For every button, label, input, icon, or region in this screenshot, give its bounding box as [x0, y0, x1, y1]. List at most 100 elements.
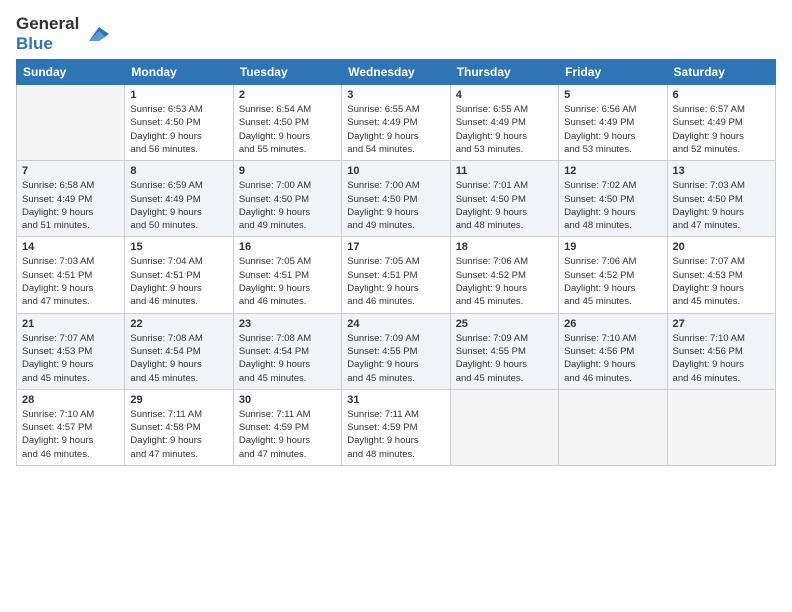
calendar-week-row: 1 Sunrise: 6:53 AM Sunset: 4:50 PM Daylig… — [17, 85, 776, 161]
day-info: Sunrise: 7:03 AM Sunset: 4:50 PM Dayligh… — [673, 179, 770, 232]
day-info: Sunrise: 6:59 AM Sunset: 4:49 PM Dayligh… — [130, 179, 227, 232]
day-info: Sunrise: 7:06 AM Sunset: 4:52 PM Dayligh… — [456, 255, 553, 308]
calendar-cell: 24 Sunrise: 7:09 AM Sunset: 4:55 PM Dayli… — [342, 313, 450, 389]
calendar-cell: 2 Sunrise: 6:54 AM Sunset: 4:50 PM Daylig… — [233, 85, 341, 161]
day-info: Sunrise: 7:03 AM Sunset: 4:51 PM Dayligh… — [22, 255, 119, 308]
day-number: 5 — [564, 89, 661, 101]
day-info: Sunrise: 7:05 AM Sunset: 4:51 PM Dayligh… — [347, 255, 444, 308]
calendar-cell: 4Sunrise: 6:55 AM Sunset: 4:49 PM Daylig… — [450, 85, 558, 161]
day-info: Sunrise: 7:02 AM Sunset: 4:50 PM Dayligh… — [564, 179, 661, 232]
calendar-cell: 18 Sunrise: 7:06 AM Sunset: 4:52 PM Dayli… — [450, 237, 558, 313]
calendar-cell: 13Sunrise: 7:03 AM Sunset: 4:50 PM Dayli… — [667, 161, 775, 237]
calendar-cell: 8 Sunrise: 6:59 AM Sunset: 4:49 PM Daylig… — [125, 161, 233, 237]
calendar-cell: 21Sunrise: 7:07 AM Sunset: 4:53 PM Dayli… — [17, 313, 125, 389]
day-info: Sunrise: 7:10 AM Sunset: 4:56 PM Dayligh… — [564, 332, 661, 385]
day-info: Sunrise: 6:53 AM Sunset: 4:50 PM Dayligh… — [130, 103, 227, 156]
day-info: Sunrise: 7:09 AM Sunset: 4:55 PM Dayligh… — [456, 332, 553, 385]
day-info: Sunrise: 7:11 AM Sunset: 4:59 PM Dayligh… — [239, 408, 336, 461]
calendar-cell: 29 Sunrise: 7:11 AM Sunset: 4:58 PM Dayli… — [125, 389, 233, 465]
day-number: 7 — [22, 165, 119, 177]
day-number: 1 — [130, 89, 227, 101]
day-number: 16 — [239, 241, 336, 253]
day-number: 6 — [673, 89, 770, 101]
calendar-cell: 31 Sunrise: 7:11 AM Sunset: 4:59 PM Dayli… — [342, 389, 450, 465]
day-info: Sunrise: 7:11 AM Sunset: 4:58 PM Dayligh… — [130, 408, 227, 461]
calendar-cell: 30 Sunrise: 7:11 AM Sunset: 4:59 PM Dayli… — [233, 389, 341, 465]
calendar-cell: 12 Sunrise: 7:02 AM Sunset: 4:50 PM Dayli… — [559, 161, 667, 237]
day-number: 24 — [347, 318, 444, 330]
day-info: Sunrise: 7:08 AM Sunset: 4:54 PM Dayligh… — [239, 332, 336, 385]
day-info: Sunrise: 7:00 AM Sunset: 4:50 PM Dayligh… — [347, 179, 444, 232]
day-info: Sunrise: 7:09 AM Sunset: 4:55 PM Dayligh… — [347, 332, 444, 385]
calendar-cell — [450, 389, 558, 465]
day-info: Sunrise: 6:55 AM Sunset: 4:49 PM Dayligh… — [347, 103, 444, 156]
day-number: 31 — [347, 394, 444, 406]
day-number: 8 — [130, 165, 227, 177]
day-info: Sunrise: 7:10 AM Sunset: 4:56 PM Dayligh… — [673, 332, 770, 385]
day-number: 3 — [347, 89, 444, 101]
calendar-cell: 16 Sunrise: 7:05 AM Sunset: 4:51 PM Dayli… — [233, 237, 341, 313]
day-number: 9 — [239, 165, 336, 177]
day-number: 23 — [239, 318, 336, 330]
calendar-cell: 11 Sunrise: 7:01 AM Sunset: 4:50 PM Dayli… — [450, 161, 558, 237]
calendar-week-row: 28 Sunrise: 7:10 AM Sunset: 4:57 PM Dayli… — [17, 389, 776, 465]
calendar-week-row: 7 Sunrise: 6:58 AM Sunset: 4:49 PM Daylig… — [17, 161, 776, 237]
day-number: 25 — [456, 318, 553, 330]
day-number: 10 — [347, 165, 444, 177]
day-info: Sunrise: 6:55 AM Sunset: 4:49 PM Dayligh… — [456, 103, 553, 156]
day-info: Sunrise: 7:05 AM Sunset: 4:51 PM Dayligh… — [239, 255, 336, 308]
calendar-table: SundayMondayTuesdayWednesdayThursdayFrid… — [16, 59, 776, 466]
day-number: 11 — [456, 165, 553, 177]
day-number: 21 — [22, 318, 119, 330]
calendar-cell: 6 Sunrise: 6:57 AM Sunset: 4:49 PM Daylig… — [667, 85, 775, 161]
weekday-header-sunday: Sunday — [17, 60, 125, 85]
day-info: Sunrise: 7:00 AM Sunset: 4:50 PM Dayligh… — [239, 179, 336, 232]
day-info: Sunrise: 6:57 AM Sunset: 4:49 PM Dayligh… — [673, 103, 770, 156]
day-info: Sunrise: 7:08 AM Sunset: 4:54 PM Dayligh… — [130, 332, 227, 385]
day-info: Sunrise: 6:54 AM Sunset: 4:50 PM Dayligh… — [239, 103, 336, 156]
day-number: 12 — [564, 165, 661, 177]
weekday-header-saturday: Saturday — [667, 60, 775, 85]
day-number: 2 — [239, 89, 336, 101]
weekday-header-row: SundayMondayTuesdayWednesdayThursdayFrid… — [17, 60, 776, 85]
calendar-cell: 9 Sunrise: 7:00 AM Sunset: 4:50 PM Daylig… — [233, 161, 341, 237]
day-info: Sunrise: 7:06 AM Sunset: 4:52 PM Dayligh… — [564, 255, 661, 308]
calendar-cell: 26Sunrise: 7:10 AM Sunset: 4:56 PM Dayli… — [559, 313, 667, 389]
calendar-cell: 25 Sunrise: 7:09 AM Sunset: 4:55 PM Dayli… — [450, 313, 558, 389]
day-number: 29 — [130, 394, 227, 406]
weekday-header-wednesday: Wednesday — [342, 60, 450, 85]
weekday-header-friday: Friday — [559, 60, 667, 85]
day-number: 15 — [130, 241, 227, 253]
calendar-week-row: 14 Sunrise: 7:03 AM Sunset: 4:51 PM Dayli… — [17, 237, 776, 313]
calendar-week-row: 21Sunrise: 7:07 AM Sunset: 4:53 PM Dayli… — [17, 313, 776, 389]
calendar-cell: 23 Sunrise: 7:08 AM Sunset: 4:54 PM Dayli… — [233, 313, 341, 389]
calendar-cell — [17, 85, 125, 161]
calendar-cell: 14 Sunrise: 7:03 AM Sunset: 4:51 PM Dayli… — [17, 237, 125, 313]
logo-wordmark: General Blue — [16, 14, 79, 53]
page-container: General Blue SundayMondayTuesdayWednesda… — [0, 0, 792, 476]
day-number: 14 — [22, 241, 119, 253]
calendar-cell: 1 Sunrise: 6:53 AM Sunset: 4:50 PM Daylig… — [125, 85, 233, 161]
calendar-cell: 27Sunrise: 7:10 AM Sunset: 4:56 PM Dayli… — [667, 313, 775, 389]
calendar-cell: 5Sunrise: 6:56 AM Sunset: 4:49 PM Daylig… — [559, 85, 667, 161]
calendar-cell: 20Sunrise: 7:07 AM Sunset: 4:53 PM Dayli… — [667, 237, 775, 313]
calendar-cell: 7 Sunrise: 6:58 AM Sunset: 4:49 PM Daylig… — [17, 161, 125, 237]
calendar-cell: 22Sunrise: 7:08 AM Sunset: 4:54 PM Dayli… — [125, 313, 233, 389]
day-number: 30 — [239, 394, 336, 406]
calendar-cell: 19 Sunrise: 7:06 AM Sunset: 4:52 PM Dayli… — [559, 237, 667, 313]
day-info: Sunrise: 7:01 AM Sunset: 4:50 PM Dayligh… — [456, 179, 553, 232]
day-info: Sunrise: 7:11 AM Sunset: 4:59 PM Dayligh… — [347, 408, 444, 461]
calendar-cell: 17 Sunrise: 7:05 AM Sunset: 4:51 PM Dayli… — [342, 237, 450, 313]
weekday-header-thursday: Thursday — [450, 60, 558, 85]
day-number: 18 — [456, 241, 553, 253]
weekday-header-tuesday: Tuesday — [233, 60, 341, 85]
day-number: 19 — [564, 241, 661, 253]
calendar-cell — [559, 389, 667, 465]
day-info: Sunrise: 7:10 AM Sunset: 4:57 PM Dayligh… — [22, 408, 119, 461]
day-number: 17 — [347, 241, 444, 253]
day-info: Sunrise: 6:58 AM Sunset: 4:49 PM Dayligh… — [22, 179, 119, 232]
day-number: 28 — [22, 394, 119, 406]
day-number: 20 — [673, 241, 770, 253]
calendar-cell: 28 Sunrise: 7:10 AM Sunset: 4:57 PM Dayli… — [17, 389, 125, 465]
logo-icon — [81, 19, 111, 49]
